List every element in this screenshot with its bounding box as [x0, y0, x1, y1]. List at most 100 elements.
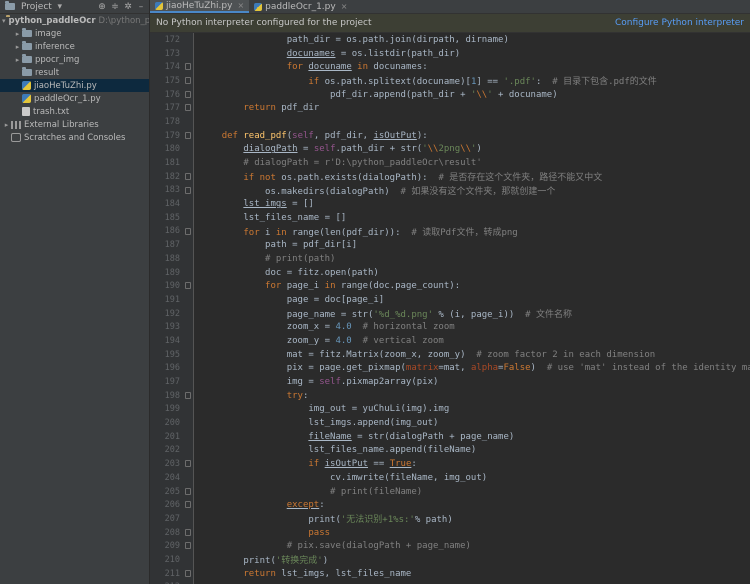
code-line[interactable]: 186 for i in range(len(pdf_dir)): # 读取Pd… [150, 225, 750, 239]
code-line[interactable]: 185 lst_files_name = [] [150, 211, 750, 225]
code-line[interactable]: 178 [150, 115, 750, 129]
code-line[interactable]: 203 if isOutPut == True: [150, 457, 750, 471]
code-line[interactable]: 177 return pdf_dir [150, 101, 750, 115]
code-text: os.makedirs(dialogPath) # 如果没有这个文件夹，那就创建… [200, 186, 556, 197]
line-number: 185 [164, 212, 180, 223]
fold-marker-icon[interactable] [185, 131, 191, 139]
folder-icon [22, 54, 32, 63]
fold-marker-icon[interactable] [185, 227, 191, 235]
code-line[interactable]: 195 mat = fitz.Matrix(zoom_x, zoom_y) # … [150, 348, 750, 362]
fold-marker-icon[interactable] [185, 90, 191, 98]
code-line[interactable]: 192 page_name = str('%d_%d.png' % (i, pa… [150, 307, 750, 321]
code-line[interactable]: 204 cv.imwrite(fileName, img_out) [150, 471, 750, 485]
fold-marker-icon[interactable] [185, 391, 191, 399]
code-line[interactable]: 212 [150, 581, 750, 584]
project-panel: Project ▾ ⊕ ≑ ✲ – ▾ python_paddleOcr D:\py… [0, 0, 150, 584]
code-line[interactable]: 194 zoom_y = 4.0 # vertical zoom [150, 334, 750, 348]
fold-gutter [180, 471, 194, 485]
code-line[interactable]: 199 img_out = yuChuLi(img).img [150, 403, 750, 417]
code-line[interactable]: 196 pix = page.get_pixmap(matrix=mat, al… [150, 362, 750, 376]
code-editor[interactable]: 172 path_dir = os.path.join(dirpath, dir… [150, 33, 750, 584]
chevron-right-icon[interactable]: ▸ [2, 121, 11, 129]
line-number: 182 [164, 171, 180, 182]
project-view-dropdown-icon[interactable]: ▾ [55, 2, 65, 12]
gear-icon[interactable]: ✲ [123, 2, 133, 12]
tree-item[interactable]: paddleOcr_1.py [0, 92, 149, 105]
chevron-right-icon[interactable]: ▸ [13, 43, 22, 51]
fold-marker-icon[interactable] [185, 282, 191, 290]
code-line[interactable]: 174 for docuname in docunames: [150, 60, 750, 74]
project-panel-title[interactable]: Project [21, 2, 52, 12]
tree-item[interactable]: jiaoHeTuZhi.py [0, 79, 149, 92]
chevron-right-icon[interactable]: ▸ [13, 30, 22, 38]
tree-item-label: trash.txt [33, 106, 70, 117]
code-line[interactable]: 172 path_dir = os.path.join(dirpath, dir… [150, 33, 750, 47]
fold-marker-icon[interactable] [185, 186, 191, 194]
tree-item[interactable]: result [0, 66, 149, 79]
code-line[interactable]: 187 path = pdf_dir[i] [150, 238, 750, 252]
code-line[interactable]: 207 print('无法识别+1%s:'% path) [150, 512, 750, 526]
tree-item[interactable]: trash.txt [0, 105, 149, 118]
tree-item[interactable]: ▸ ppocr_img [0, 53, 149, 66]
tree-item[interactable]: ▸ External Libraries [0, 118, 149, 131]
fold-marker-icon[interactable] [185, 528, 191, 536]
code-line[interactable]: 205 # print(fileName) [150, 485, 750, 499]
code-line[interactable]: 182 if not os.path.exists(dialogPath): #… [150, 170, 750, 184]
code-line[interactable]: 198 try: [150, 389, 750, 403]
code-line[interactable]: 184 lst_imgs = [] [150, 197, 750, 211]
fold-marker-icon[interactable] [185, 63, 191, 71]
chevron-right-icon[interactable]: ▸ [13, 56, 22, 64]
tree-item[interactable]: ▸ inference [0, 40, 149, 53]
fold-marker-icon[interactable] [185, 487, 191, 495]
code-line[interactable]: 190 for page_i in range(doc.page_count): [150, 279, 750, 293]
line-number: 193 [164, 322, 180, 333]
code-line[interactable]: 179 def read_pdf(self, pdf_dir, isOutPut… [150, 129, 750, 143]
fold-marker-icon[interactable] [185, 104, 191, 112]
code-line[interactable]: 201 fileName = str(dialogPath + page_nam… [150, 430, 750, 444]
code-line[interactable]: 175 if os.path.splitext(docuname)[1] == … [150, 74, 750, 88]
code-line[interactable]: 211 return lst_imgs, lst_files_name [150, 567, 750, 581]
code-line[interactable]: 193 zoom_x = 4.0 # horizontal zoom [150, 320, 750, 334]
code-line[interactable]: 206 except: [150, 498, 750, 512]
fold-marker-icon[interactable] [185, 501, 191, 509]
editor-tab-label: jiaoHeTuZhi.py [166, 0, 233, 11]
code-line[interactable]: 188 # print(path) [150, 252, 750, 266]
fold-marker-icon[interactable] [185, 460, 191, 468]
line-number: 210 [164, 554, 180, 565]
code-line[interactable]: 208 pass [150, 526, 750, 540]
code-line[interactable]: 173 docunames = os.listdir(path_dir) [150, 47, 750, 61]
code-line[interactable]: 181 # dialogPath = r'D:\python_paddleOcr… [150, 156, 750, 170]
close-tab-icon[interactable]: × [341, 2, 348, 11]
editor-tab[interactable]: paddleOcr_1.py × [249, 0, 352, 13]
code-line[interactable]: 210 print('转换完成') [150, 553, 750, 567]
chevron-down-icon[interactable]: ▾ [2, 17, 6, 25]
fold-gutter [180, 88, 194, 102]
python-file-icon [155, 1, 163, 10]
line-number: 197 [164, 377, 180, 388]
code-line[interactable]: 209 # pix.save(dialogPath + page_name) [150, 539, 750, 553]
code-line[interactable]: 200 lst_imgs.append(img_out) [150, 416, 750, 430]
locate-target-icon[interactable]: ⊕ [97, 2, 107, 12]
code-text: lst_imgs.append(img_out) [200, 418, 439, 429]
code-line[interactable]: 180 dialogPath = self.path_dir + str('\\… [150, 143, 750, 157]
fold-marker-icon[interactable] [185, 542, 191, 550]
hide-panel-icon[interactable]: – [136, 2, 146, 12]
code-line[interactable]: 176 pdf_dir.append(path_dir + '\\' + doc… [150, 88, 750, 102]
fold-marker-icon[interactable] [185, 172, 191, 180]
code-line[interactable]: 202 lst_files_name.append(fileName) [150, 444, 750, 458]
code-text: return lst_imgs, lst_files_name [243, 568, 412, 579]
code-line[interactable]: 183 os.makedirs(dialogPath) # 如果没有这个文件夹，… [150, 184, 750, 198]
fold-marker-icon[interactable] [185, 77, 191, 85]
collapse-all-icon[interactable]: ≑ [110, 2, 120, 12]
tree-item[interactable]: ▾ python_paddleOcr D:\python_p [0, 14, 149, 27]
tree-item[interactable]: Scratches and Consoles [0, 131, 149, 144]
code-line[interactable]: 191 page = doc[page_i] [150, 293, 750, 307]
editor-tab[interactable]: jiaoHeTuZhi.py × [150, 0, 250, 13]
code-line[interactable]: 189 doc = fitz.open(path) [150, 266, 750, 280]
close-tab-icon[interactable]: × [237, 1, 244, 10]
fold-marker-icon[interactable] [185, 569, 191, 577]
tree-item[interactable]: ▸ image [0, 27, 149, 40]
code-line[interactable]: 197 img = self.pixmap2array(pix) [150, 375, 750, 389]
fold-gutter [180, 115, 194, 129]
configure-interpreter-link[interactable]: Configure Python interpreter [615, 18, 744, 28]
